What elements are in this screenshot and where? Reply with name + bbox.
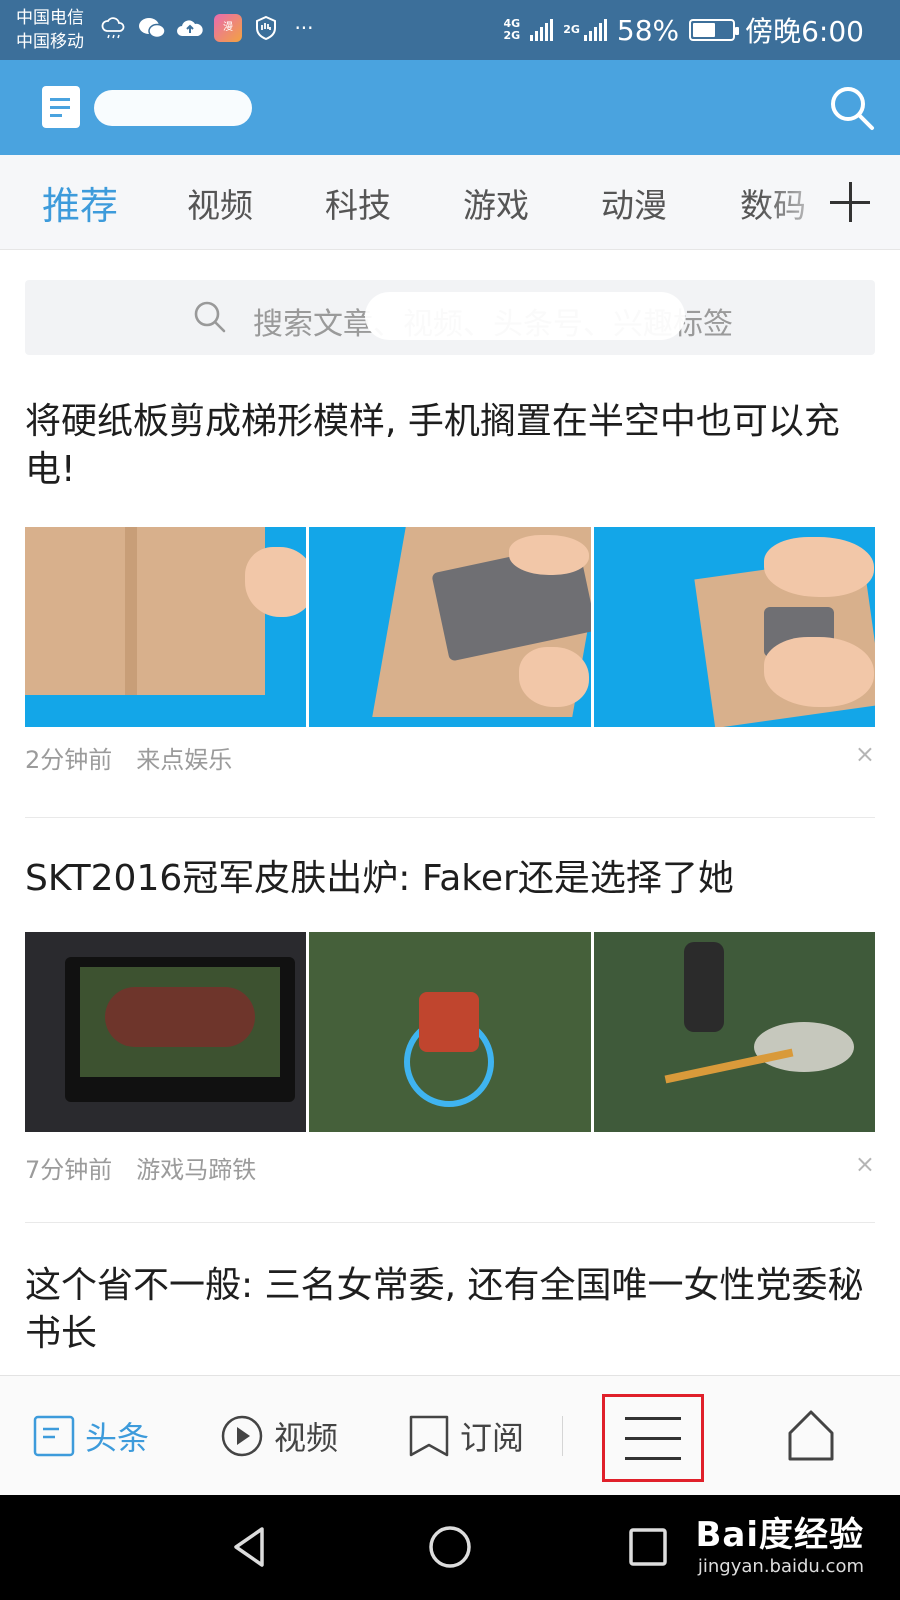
- cloud-upload-icon: [176, 14, 204, 42]
- divider: [25, 1222, 875, 1223]
- play-icon: [221, 1415, 263, 1457]
- thumbnail-image: [593, 932, 875, 1132]
- battery-percent: 58%: [616, 13, 680, 47]
- watermark-logo: Bai度经验: [695, 1515, 864, 1555]
- article-meta: 7分钟前 游戏马蹄铁: [25, 1150, 256, 1185]
- battery-icon: [689, 19, 740, 41]
- thumbnail-image: [309, 932, 591, 1132]
- thumbnail-image: [25, 932, 307, 1132]
- redacted-brand-name: [94, 90, 252, 126]
- carrier-1: 中国电信: [16, 8, 84, 28]
- thumbnail-image: [25, 527, 307, 727]
- tab-anime[interactable]: 动漫: [601, 179, 667, 227]
- home-icon[interactable]: [786, 1409, 836, 1461]
- nav-subscribe-label: 订阅: [460, 1419, 525, 1457]
- nav-video[interactable]: 视频: [220, 1376, 338, 1496]
- carrier-2: 中国移动: [16, 32, 84, 52]
- menu-button[interactable]: [602, 1394, 704, 1482]
- dislike-close-icon[interactable]: ×: [855, 1150, 875, 1178]
- bottom-nav: 头条 视频 订阅: [0, 1375, 900, 1495]
- thumbnail-image: [309, 527, 591, 727]
- nav-video-label: 视频: [274, 1419, 339, 1457]
- signal-icon-1: [530, 19, 554, 41]
- headlines-icon: [33, 1415, 75, 1457]
- more-notifications-icon: ···: [294, 16, 314, 40]
- nav-headlines-label: 头条: [85, 1419, 150, 1457]
- hand-shield-icon: [252, 14, 280, 42]
- status-right: 4G 2G 2G 58% 傍晚6:00: [504, 10, 865, 50]
- article-source[interactable]: 游戏马蹄铁: [136, 1156, 256, 1184]
- tab-games[interactable]: 游戏: [463, 179, 529, 227]
- add-channel-icon[interactable]: [830, 182, 870, 222]
- feed-item[interactable]: 这个省不一般: 三名女常委, 还有全国唯一女性党委秘书长: [25, 1262, 875, 1372]
- system-navigation-bar: Bai度经验 jingyan.baidu.com: [0, 1495, 900, 1600]
- dislike-close-icon[interactable]: ×: [855, 740, 875, 768]
- article-thumbnails[interactable]: [25, 527, 875, 727]
- tab-recommend[interactable]: 推荐: [42, 175, 118, 230]
- wechat-icon: [138, 14, 166, 42]
- thumbnail-image: [593, 527, 875, 727]
- search-icon[interactable]: [826, 82, 878, 134]
- nav-headlines[interactable]: 头条: [33, 1376, 149, 1496]
- network-type: 4G 2G: [503, 17, 521, 42]
- logo-icon[interactable]: [42, 86, 80, 128]
- carrier-info: 中国电信 中国移动: [16, 6, 84, 54]
- bookmark-icon: [409, 1415, 449, 1457]
- search-input[interactable]: 搜索文章、视频、头条号、兴趣标签: [25, 280, 875, 355]
- tab-video[interactable]: 视频: [187, 179, 253, 227]
- baidu-jingyan-watermark: Bai度经验 jingyan.baidu.com: [695, 1507, 864, 1577]
- nav-separator: [562, 1416, 563, 1456]
- app-header: [0, 60, 900, 155]
- article-title[interactable]: 将硬纸板剪成梯形模样, 手机搁置在半空中也可以充电!: [25, 398, 875, 494]
- channel-tabs: 推荐 视频 科技 游戏 动漫 数码: [0, 155, 900, 250]
- divider: [25, 817, 875, 818]
- feed-item[interactable]: 将硬纸板剪成梯形模样, 手机搁置在半空中也可以充电! 2分钟前 来点娱乐 ×: [25, 398, 875, 818]
- comic-app-icon: 漫: [214, 14, 242, 42]
- weather-cloud-icon: [100, 14, 128, 42]
- signal-icon-2: [583, 19, 607, 41]
- tab-tech[interactable]: 科技: [325, 179, 391, 227]
- search-icon: [194, 301, 226, 333]
- article-meta: 2分钟前 来点娱乐: [25, 740, 232, 775]
- article-thumbnails[interactable]: [25, 932, 875, 1132]
- nav-subscribe[interactable]: 订阅: [408, 1376, 524, 1496]
- back-icon[interactable]: [228, 1525, 272, 1569]
- status-bar: 中国电信 中国移动 漫 ··· 4G 2G 2G 58% 傍晚6:00: [0, 0, 900, 60]
- clock: 傍晚6:00: [745, 15, 864, 48]
- article-title[interactable]: SKT2016冠军皮肤出炉: Faker还是选择了她: [25, 855, 875, 903]
- watermark-url: jingyan.baidu.com: [697, 1556, 864, 1577]
- recent-apps-icon[interactable]: [628, 1527, 668, 1567]
- home-circle-icon[interactable]: [428, 1525, 472, 1569]
- article-title[interactable]: 这个省不一般: 三名女常委, 还有全国唯一女性党委秘书长: [25, 1262, 875, 1358]
- publish-time: 2分钟前: [25, 746, 113, 774]
- network-type-2: 2G: [563, 23, 580, 36]
- feed-item[interactable]: SKT2016冠军皮肤出炉: Faker还是选择了她 7分钟前 游戏马蹄铁 ×: [25, 855, 875, 1215]
- article-source[interactable]: 来点娱乐: [136, 746, 232, 774]
- notification-icons: 漫 ···: [100, 14, 318, 42]
- redacted-placeholder-part: [365, 292, 685, 340]
- publish-time: 7分钟前: [25, 1156, 113, 1184]
